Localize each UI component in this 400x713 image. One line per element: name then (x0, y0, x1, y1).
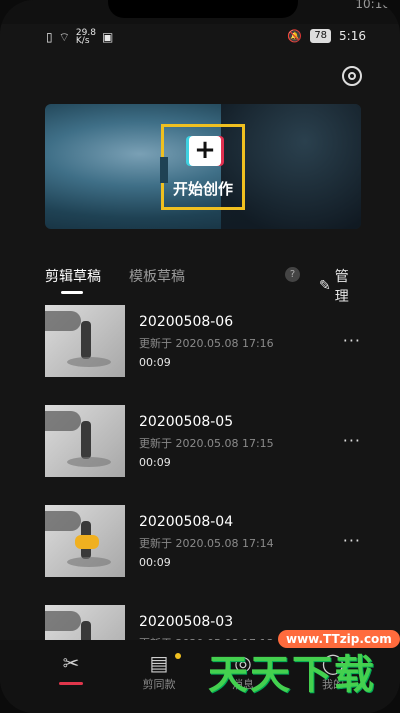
manage-button[interactable]: ✎ 管理 (319, 266, 361, 306)
nav-edit[interactable]: ✂ (36, 650, 106, 676)
status-bar: ▯ ⌔ 29.8 K/s ▣ 🔕 78 5:16 (0, 24, 400, 48)
more-options-icon[interactable]: ··· (343, 431, 361, 450)
draft-updated: 更新于 2020.05.08 17:15 (139, 437, 274, 450)
draft-item[interactable]: 20200508-05 更新于 2020.05.08 17:15 00:09 ·… (45, 405, 361, 479)
notification-dot (175, 653, 181, 659)
watermark-text: 天天下载 (208, 652, 376, 698)
more-options-icon[interactable]: ··· (343, 531, 361, 550)
watermark: www.TTzip.com 天天下载 (208, 624, 400, 698)
draft-title: 20200508-04 (139, 514, 234, 530)
help-icon[interactable]: ? (285, 267, 300, 282)
draft-title: 20200508-05 (139, 414, 234, 430)
create-label: 开始创作 (172, 180, 233, 198)
video-template-icon: ▤ (149, 651, 169, 675)
edit-icon: ✎ (319, 278, 331, 294)
nav-active-indicator (59, 682, 83, 685)
active-tab-indicator (61, 291, 83, 294)
draft-thumbnail (45, 305, 125, 377)
status-time: 5:16 (339, 29, 366, 43)
top-time: 10:10 (355, 0, 390, 11)
plus-icon[interactable]: + (189, 136, 221, 166)
more-options-icon[interactable]: ··· (343, 331, 361, 350)
draft-thumbnail (45, 405, 125, 477)
draft-tabs: 剪辑草稿 模板草稿 ? ✎ 管理 (45, 266, 361, 305)
battery-level: 78 (310, 29, 332, 43)
sim-icon: ▯ (46, 30, 53, 44)
draft-duration: 00:09 (139, 356, 171, 369)
draft-title: 20200508-06 (139, 314, 234, 330)
draft-duration: 00:09 (139, 456, 171, 469)
draft-duration: 00:09 (139, 556, 171, 569)
draft-updated: 更新于 2020.05.08 17:16 (139, 337, 274, 350)
draft-updated: 更新于 2020.05.08 17:14 (139, 537, 274, 550)
camera-notch (108, 0, 298, 18)
settings-gear-icon[interactable] (342, 66, 362, 86)
tab-edit-drafts[interactable]: 剪辑草稿 (45, 266, 101, 286)
draft-item[interactable]: 20200508-06 更新于 2020.05.08 17:16 00:09 ·… (45, 305, 361, 379)
scissors-icon: ✂ (62, 651, 80, 675)
nav-same-style-label: 剪同款 (142, 678, 176, 691)
network-speed: 29.8 K/s (75, 28, 96, 46)
start-creation-banner[interactable]: + 开始创作 (45, 104, 361, 229)
tab-template-drafts[interactable]: 模板草稿 (129, 266, 185, 286)
nav-same-style[interactable]: ▤ 剪同款 (124, 650, 194, 692)
phone-screen: 10:10 ▯ ⌔ 29.8 K/s ▣ 🔕 78 5:16 + 开始创作 剪辑… (0, 0, 400, 713)
image-icon: ▣ (101, 30, 114, 44)
wifi-icon: ⌔ (58, 29, 70, 44)
top-bezel: 10:10 (0, 0, 400, 24)
draft-item[interactable]: 20200508-04 更新于 2020.05.08 17:14 00:09 ·… (45, 505, 361, 579)
mute-icon: 🔕 (287, 29, 303, 43)
draft-thumbnail (45, 505, 125, 577)
manage-label: 管理 (334, 269, 349, 305)
